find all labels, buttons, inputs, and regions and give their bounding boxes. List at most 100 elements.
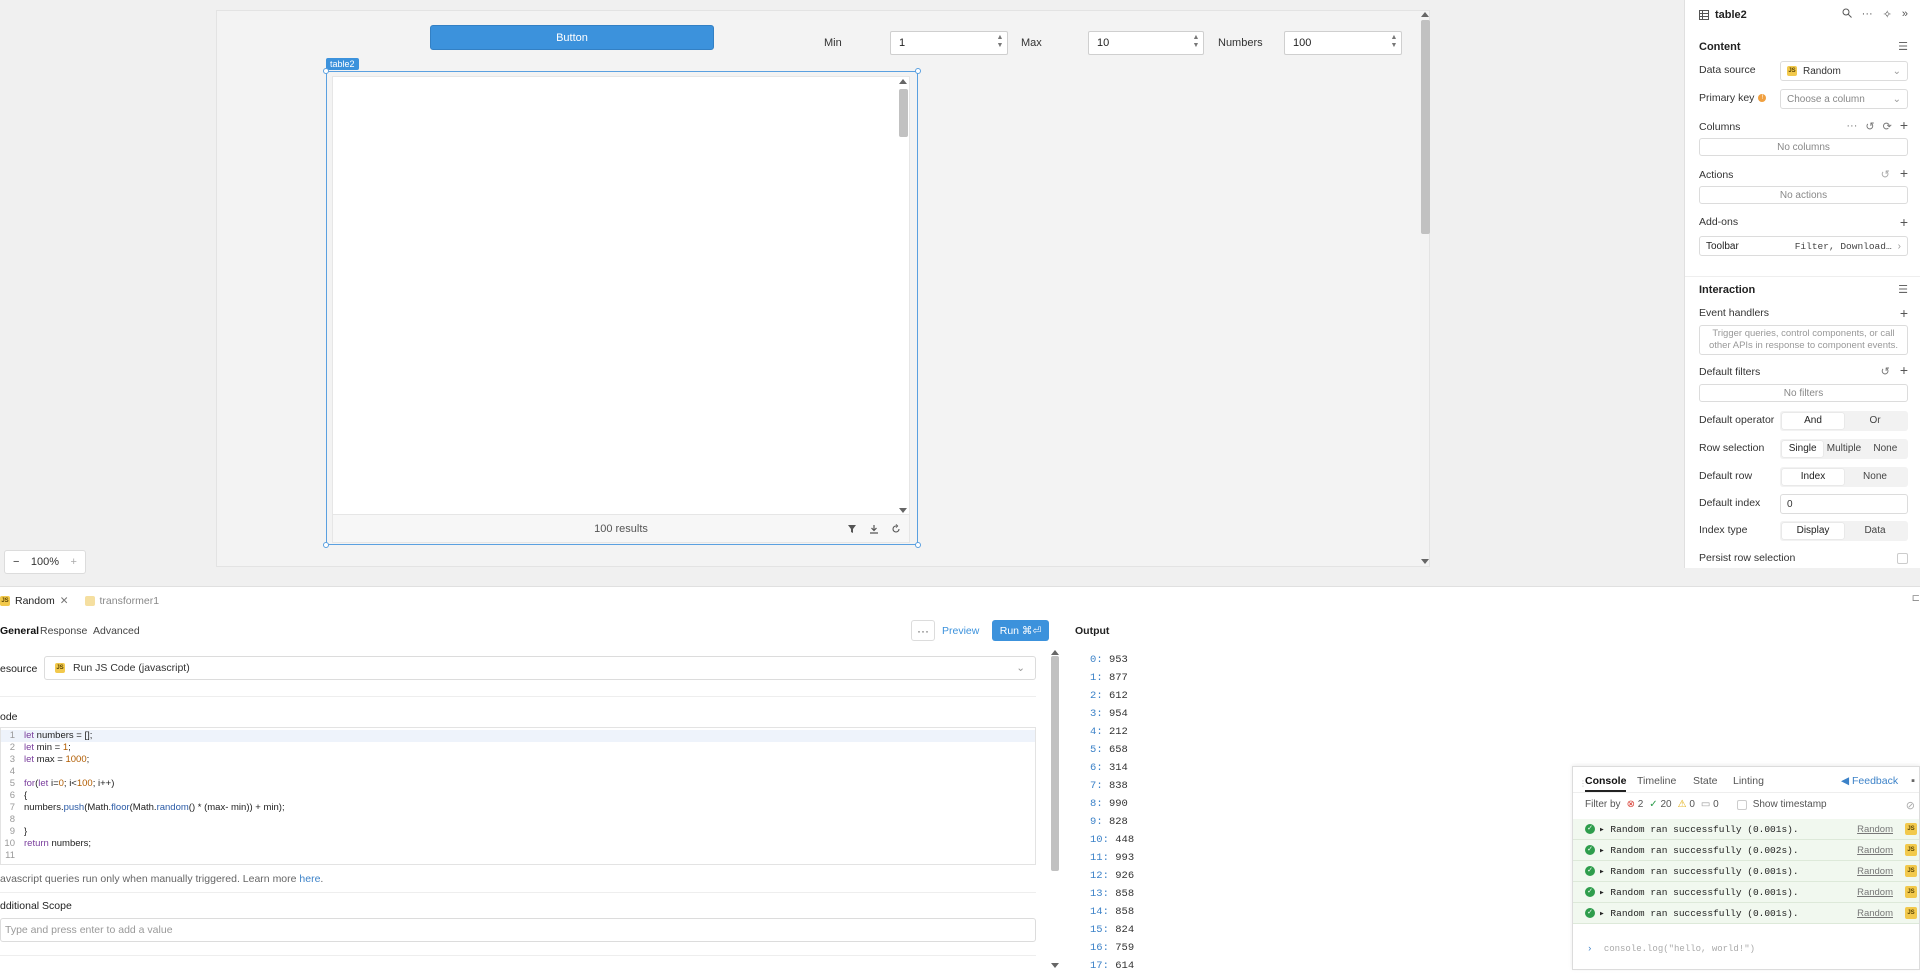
scroll-down-arrow-icon[interactable] — [899, 508, 907, 513]
console-tab[interactable]: Console — [1585, 775, 1627, 792]
pin-icon[interactable]: ✧ — [1883, 8, 1892, 21]
refresh-icon[interactable] — [891, 524, 901, 534]
table-scroll-thumb[interactable] — [899, 89, 908, 137]
run-button[interactable]: Run ⌘⏎ — [992, 620, 1049, 641]
query-tab-transformer[interactable]: transformer1 — [84, 595, 159, 607]
success-filter[interactable]: ✓ 20 — [1649, 799, 1671, 810]
reset-icon[interactable]: ↺ — [1881, 365, 1890, 378]
console-log-row[interactable]: ✓ ▸ Random ran successfully (0.001s). Rand… — [1573, 903, 1919, 924]
add-filter-icon[interactable]: + — [1900, 363, 1908, 378]
add-addon-icon[interactable]: + — [1900, 215, 1908, 229]
data-source-select[interactable]: JS Random ⌄ — [1780, 61, 1908, 81]
console-log-row[interactable]: ✓ ▸ Random ran successfully (0.002s). Rand… — [1573, 840, 1919, 861]
row-selection-toggle[interactable]: Single Multiple None — [1780, 439, 1908, 459]
component-name[interactable]: table2 — [1715, 9, 1747, 21]
settings-sliders-icon[interactable]: ☰ — [1898, 283, 1908, 296]
default-row-index-option[interactable]: Index — [1782, 469, 1844, 485]
resize-handle[interactable] — [915, 68, 921, 74]
canvas-scroll-thumb[interactable] — [1421, 20, 1430, 234]
learn-more-link[interactable]: here — [299, 873, 320, 885]
zoom-out-button[interactable]: − — [13, 556, 19, 568]
close-icon[interactable]: ✕ — [60, 595, 69, 607]
code-editor[interactable]: 1 let numbers = []; 2 let min = 1; 3 let ma… — [0, 727, 1036, 865]
default-row-toggle[interactable]: Index None — [1780, 467, 1908, 487]
add-action-icon[interactable]: + — [1900, 166, 1908, 181]
scroll-down-arrow-icon[interactable] — [1051, 963, 1059, 968]
message-filter[interactable]: ▭ 0 — [1701, 799, 1719, 810]
timeline-tab[interactable]: Timeline — [1637, 775, 1676, 787]
more-icon[interactable]: ··· — [1862, 8, 1873, 21]
zoom-in-button[interactable]: + — [71, 556, 77, 568]
index-type-toggle[interactable]: Display Data — [1780, 521, 1908, 541]
log-source-link[interactable]: Random — [1857, 845, 1893, 856]
tab-advanced[interactable]: Advanced — [93, 625, 140, 637]
numbers-input[interactable]: 100 ▲ ▼ — [1284, 31, 1402, 55]
resize-handle[interactable] — [915, 542, 921, 548]
feedback-button[interactable]: ◀ Feedback — [1841, 775, 1898, 787]
filter-icon[interactable] — [847, 524, 857, 534]
console-log-row[interactable]: ✓ ▸ Random ran successfully (0.001s). Rand… — [1573, 861, 1919, 882]
scroll-up-arrow-icon[interactable] — [899, 79, 907, 84]
console-input[interactable]: › console.log("hello, world!") — [1587, 944, 1755, 954]
clear-filter-icon[interactable]: ⊘ — [1906, 799, 1915, 812]
max-stepper-icon[interactable]: ▲ ▼ — [1191, 34, 1201, 52]
download-icon[interactable] — [869, 524, 879, 534]
canvas-scrollbar[interactable] — [1420, 12, 1430, 564]
tab-response[interactable]: Response — [40, 625, 87, 637]
console-log-row[interactable]: ✓ ▸ Random ran successfully (0.001s). Rand… — [1573, 819, 1919, 840]
scroll-up-arrow-icon[interactable] — [1421, 12, 1429, 17]
console-log-row[interactable]: ✓ ▸ Random ran successfully (0.001s). Rand… — [1573, 882, 1919, 903]
persist-checkbox[interactable] — [1897, 552, 1908, 564]
table-component-tag[interactable]: table2 — [326, 58, 359, 70]
min-input[interactable]: 1 ▲ ▼ — [890, 31, 1008, 55]
log-source-link[interactable]: Random — [1857, 908, 1893, 919]
canvas-button[interactable]: Button — [430, 25, 714, 50]
editor-scroll-thumb[interactable] — [1051, 656, 1059, 871]
toolbar-addon[interactable]: Toolbar Filter, Download… › — [1699, 236, 1908, 256]
show-timestamp-checkbox[interactable] — [1736, 799, 1747, 810]
selection-single-option[interactable]: Single — [1782, 441, 1824, 457]
table-scrollbar[interactable] — [898, 79, 908, 513]
reset-icon[interactable]: ↺ — [1881, 168, 1890, 181]
add-column-icon[interactable]: + — [1900, 118, 1908, 133]
resource-select[interactable]: JS Run JS Code (javascript) ⌄ — [44, 656, 1036, 680]
index-type-data-option[interactable]: Data — [1844, 523, 1906, 539]
resize-handle[interactable] — [323, 68, 329, 74]
operator-and-option[interactable]: And — [1782, 413, 1844, 429]
operator-or-option[interactable]: Or — [1844, 413, 1906, 429]
search-icon[interactable] — [1842, 8, 1852, 18]
settings-sliders-icon[interactable]: ☰ — [1898, 40, 1908, 53]
expand-icon[interactable]: ⊏ — [1912, 593, 1920, 604]
selection-multiple-option[interactable]: Multiple — [1823, 441, 1864, 457]
editor-scrollbar[interactable] — [1051, 650, 1059, 968]
error-filter[interactable]: ⊗ 2 — [1627, 799, 1644, 810]
tab-general[interactable]: General — [0, 625, 39, 637]
collapse-panel-icon[interactable]: » — [1902, 8, 1908, 21]
max-input[interactable]: 10 ▲ ▼ — [1088, 31, 1204, 55]
selection-none-option[interactable]: None — [1865, 441, 1906, 457]
scroll-up-arrow-icon[interactable] — [1051, 650, 1059, 655]
query-tab-random[interactable]: JS Random ✕ — [0, 595, 69, 607]
log-source-link[interactable]: Random — [1857, 866, 1893, 877]
table-body[interactable] — [332, 76, 910, 515]
linting-tab[interactable]: Linting — [1733, 775, 1764, 787]
index-type-display-option[interactable]: Display — [1782, 523, 1844, 539]
resize-handle[interactable] — [323, 542, 329, 548]
reset-icon[interactable]: ↺ — [1865, 120, 1874, 133]
state-tab[interactable]: State — [1693, 775, 1718, 787]
primary-key-select[interactable]: Choose a column ⌄ — [1780, 89, 1908, 109]
default-operator-toggle[interactable]: And Or — [1780, 411, 1908, 431]
scroll-down-arrow-icon[interactable] — [1421, 559, 1429, 564]
more-icon[interactable]: ··· — [1846, 120, 1857, 133]
numbers-stepper-icon[interactable]: ▲ ▼ — [1389, 34, 1399, 52]
min-stepper-icon[interactable]: ▲ ▼ — [995, 34, 1005, 52]
additional-scope-input[interactable]: Type and press enter to add a value — [0, 918, 1036, 942]
log-source-link[interactable]: Random — [1857, 824, 1893, 835]
add-event-handler-icon[interactable]: + — [1900, 306, 1908, 320]
clear-icon[interactable]: ▪ — [1911, 775, 1915, 787]
preview-button[interactable]: Preview — [942, 620, 979, 641]
default-index-input[interactable]: 0 — [1780, 494, 1908, 514]
log-source-link[interactable]: Random — [1857, 887, 1893, 898]
sync-icon[interactable]: ⟳ — [1883, 120, 1892, 133]
warning-filter[interactable]: ⚠ 0 — [1678, 799, 1695, 810]
